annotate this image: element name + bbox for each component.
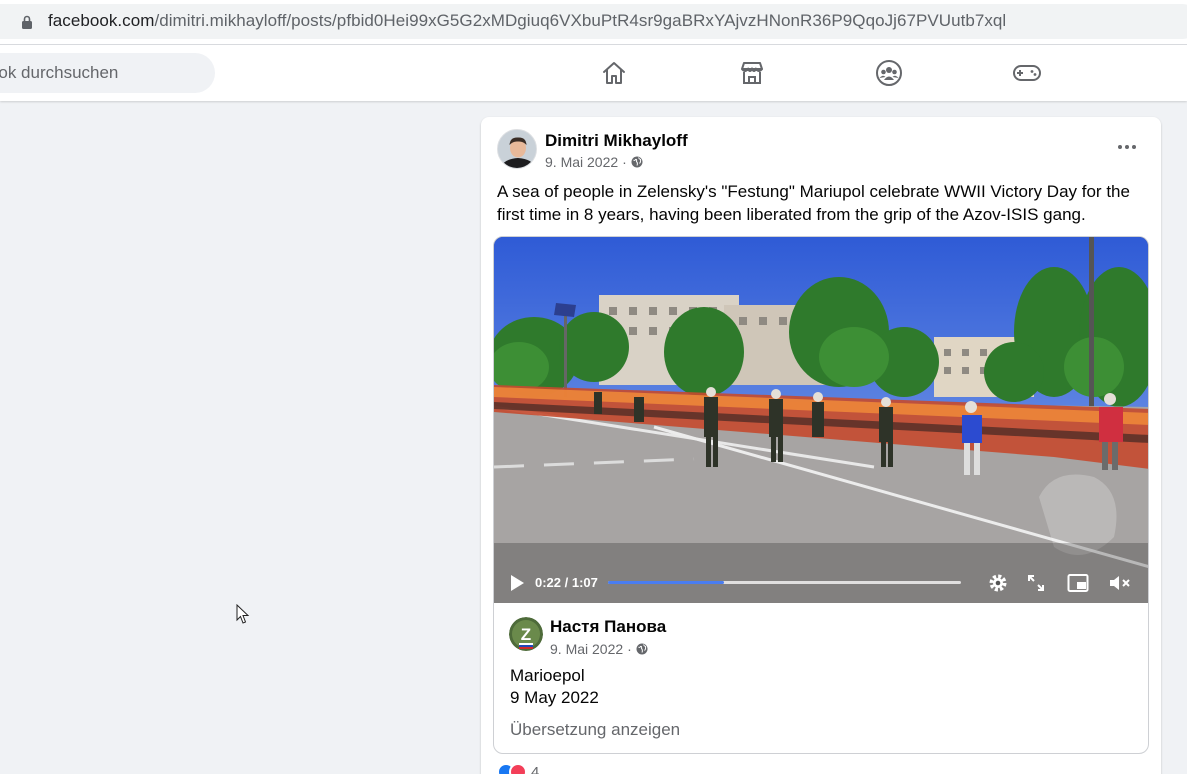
shared-author-avatar[interactable]: Z: [509, 617, 543, 651]
picture-in-picture-icon[interactable]: [1066, 571, 1090, 595]
groups-icon[interactable]: [874, 59, 904, 87]
video-frame: [494, 237, 1148, 603]
video-player[interactable]: 0:22 / 1:07: [494, 237, 1148, 603]
globe-icon: [636, 643, 648, 655]
search-input[interactable]: [0, 53, 200, 93]
video-progress-fill: [608, 581, 724, 584]
shared-post-date[interactable]: 9. Mai 2022: [550, 641, 623, 657]
shared-post-body: Z Настя Панова 9. Mai 2022 · Marioepol 9…: [494, 603, 1148, 753]
gaming-icon[interactable]: [1012, 59, 1042, 87]
more-icon: [1118, 145, 1136, 149]
settings-icon[interactable]: [986, 571, 1010, 595]
home-icon[interactable]: [599, 59, 629, 87]
fullscreen-icon[interactable]: [1024, 571, 1048, 595]
globe-icon: [631, 156, 643, 168]
post-text: A sea of people in Zelensky's "Festung" …: [497, 182, 1130, 224]
play-icon[interactable]: [508, 574, 526, 592]
shared-meta-separator: ·: [627, 641, 632, 657]
post-meta: 9. Mai 2022 ·: [545, 154, 643, 170]
shared-post-text: Marioepol 9 May 2022: [510, 665, 599, 709]
see-translation-link[interactable]: Übersetzung anzeigen: [510, 720, 680, 740]
mouse-cursor-icon: [236, 604, 250, 624]
browser-address-bar: facebook.com/dimitri.mikhayloff/posts/pf…: [0, 0, 1187, 45]
video-time: 0:22 / 1:07: [535, 575, 598, 590]
lock-icon: [22, 15, 32, 29]
video-controls: 0:22 / 1:07: [494, 563, 1148, 603]
reaction-count: 4: [531, 763, 540, 774]
shared-text-line-1: Marioepol: [510, 666, 585, 685]
shared-text-line-2: 9 May 2022: [510, 688, 599, 707]
post-date[interactable]: 9. Mai 2022: [545, 154, 618, 170]
mute-icon[interactable]: [1108, 571, 1132, 595]
author-name[interactable]: Dimitri Mikhayloff: [545, 131, 688, 151]
url-host: facebook.com: [48, 11, 155, 30]
meta-separator: ·: [622, 154, 627, 170]
facebook-header: [0, 45, 1187, 101]
author-avatar[interactable]: [497, 129, 537, 169]
love-reaction-icon: [509, 763, 527, 774]
shared-avatar-letter: Z: [521, 625, 531, 644]
shared-post: 0:22 / 1:07 Z Настя Панова 9. Mai 2022 ·…: [493, 236, 1149, 754]
post-card: Dimitri Mikhayloff 9. Mai 2022 · A sea o…: [481, 117, 1161, 774]
shared-post-meta: 9. Mai 2022 ·: [550, 641, 648, 657]
video-progress-bar[interactable]: [608, 581, 961, 584]
reactions-summary[interactable]: 4: [497, 763, 539, 774]
url-text[interactable]: facebook.com/dimitri.mikhayloff/posts/pf…: [48, 11, 1006, 31]
shared-author-name[interactable]: Настя Панова: [550, 617, 666, 637]
marketplace-icon[interactable]: [737, 59, 767, 87]
more-options-button[interactable]: [1109, 134, 1145, 160]
search-box[interactable]: [0, 53, 215, 93]
url-path: /dimitri.mikhayloff/posts/pfbid0Hei99xG5…: [154, 11, 1007, 30]
